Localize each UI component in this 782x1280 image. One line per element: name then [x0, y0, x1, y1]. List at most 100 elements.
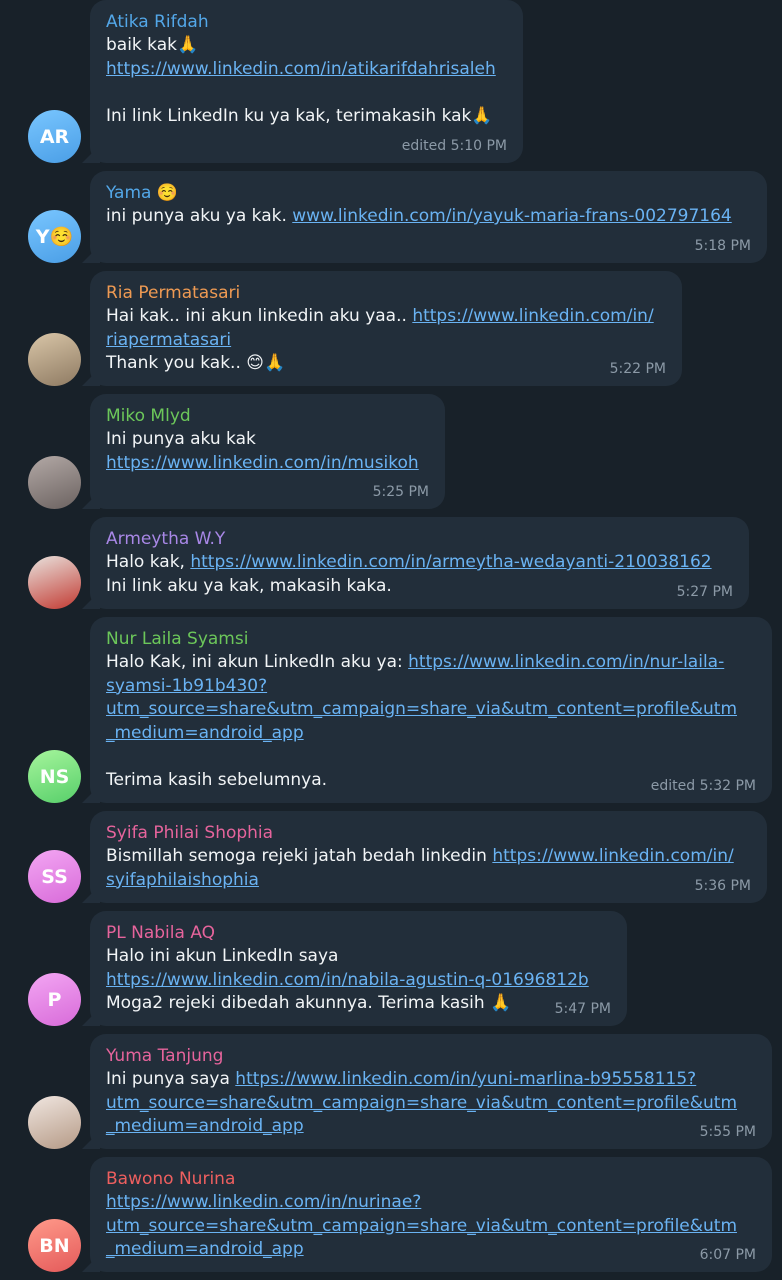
avatar[interactable]: P — [28, 973, 81, 1026]
message-text-line: Halo ini akun LinkedIn saya — [106, 945, 613, 969]
message-text: Ini link aku ya kak, makasih kaka. — [106, 575, 392, 596]
message-timestamp: 5:55 PM — [699, 1124, 756, 1140]
message-text-line: syifaphilaishophia — [106, 869, 753, 893]
message-link[interactable]: utm_source=share&utm_campaign=share_via&… — [106, 1093, 737, 1113]
message-text-line: https://www.linkedin.com/in/atikarifdahr… — [106, 58, 509, 82]
message-text-line: Ini punya saya https://www.linkedin.com/… — [106, 1068, 758, 1092]
message-link[interactable]: riapermatasari — [106, 330, 231, 350]
message-link[interactable]: _medium=android_app — [106, 1116, 304, 1136]
message-text-line: Moga2 rejeki dibedah akunnya. Terima kas… — [106, 992, 613, 1016]
message-text-line: _medium=android_app — [106, 1238, 758, 1262]
avatar[interactable] — [28, 333, 81, 386]
message-bubble[interactable]: Atika Rifdah baik kak🙏 https://www.linkedi… — [90, 0, 523, 163]
sender-name[interactable]: Syifa Philai Shophia — [106, 821, 753, 845]
message-text: Terima kasih sebelumnya. — [106, 769, 328, 790]
message-bubble[interactable]: Ria Permatasari Hai kak.. ini akun linked… — [90, 271, 682, 386]
message-bubble[interactable]: Bawono Nurina https://www.linkedin.com/in… — [90, 1157, 772, 1272]
message-link[interactable]: _medium=android_app — [106, 723, 304, 743]
message-text: ini punya aku ya kak. — [106, 206, 293, 226]
message-bubble[interactable]: Armeytha W.Y Halo kak, https://www.linked… — [90, 517, 749, 609]
message-link[interactable]: https://www.linkedin.com/in/ — [492, 846, 733, 866]
message-text-line: https://www.linkedin.com/in/nabila-agust… — [106, 969, 613, 993]
message-link[interactable]: https://www.linkedin.com/in/yuni-marlina… — [235, 1069, 696, 1089]
message-link[interactable]: syifaphilaishophia — [106, 870, 259, 890]
message-text: Halo ini akun LinkedIn saya — [106, 946, 339, 966]
message-text-line: riapermatasari — [106, 329, 668, 353]
sender-name[interactable]: Yuma Tanjung — [106, 1044, 758, 1068]
message-text-line: Halo Kak, ini akun LinkedIn aku ya: http… — [106, 651, 758, 675]
message-bubble[interactable]: Miko Mlyd Ini punya aku kak https://www.li… — [90, 394, 445, 509]
sender-name[interactable]: Armeytha W.Y — [106, 527, 735, 551]
message-link[interactable]: https://www.linkedin.com/in/nurinae? — [106, 1192, 421, 1212]
avatar[interactable]: AR — [28, 110, 81, 163]
message-timestamp: 5:27 PM — [676, 584, 733, 600]
message-link[interactable]: https://www.linkedin.com/in/nabila-agust… — [106, 970, 589, 990]
message-link[interactable]: www.linkedin.com/in/yayuk-maria-frans-00… — [292, 206, 731, 226]
avatar[interactable]: BN — [28, 1219, 81, 1272]
message-timestamp: 5:22 PM — [609, 361, 666, 377]
message-timestamp: 5:47 PM — [554, 1001, 611, 1017]
message-text-line: baik kak🙏 — [106, 34, 509, 58]
sender-name[interactable]: PL Nabila AQ — [106, 921, 613, 945]
message-text-line: Ini link LinkedIn ku ya kak, terimakasih… — [106, 105, 509, 129]
message-text-line: Ini link aku ya kak, makasih kaka. — [106, 575, 735, 599]
message-text-line: Thank you kak.. 😊🙏 — [106, 352, 668, 376]
message-text: Hai kak.. ini akun linkedin aku yaa.. — [106, 306, 413, 326]
message-text: Ini punya saya — [106, 1069, 236, 1089]
message-text-line: Ini punya aku kak — [106, 428, 431, 452]
message-text-line: Halo kak, https://www.linkedin.com/in/ar… — [106, 551, 735, 575]
message-text: Ini link LinkedIn ku ya kak, terimakasih… — [106, 105, 493, 126]
message-timestamp: 5:36 PM — [694, 878, 751, 894]
message-timestamp: 5:25 PM — [372, 484, 429, 500]
avatar[interactable] — [28, 456, 81, 509]
avatar[interactable] — [28, 556, 81, 609]
message-text: Bismillah semoga rejeki jatah bedah link… — [106, 846, 493, 866]
message-link[interactable]: syamsi-1b91b430? — [106, 676, 267, 696]
message-bubble[interactable]: Syifa Philai Shophia Bismillah semoga rej… — [90, 811, 767, 903]
message-timestamp: 6:07 PM — [699, 1247, 756, 1263]
message-text: Halo Kak, ini akun LinkedIn aku ya: — [106, 652, 409, 672]
message-text: Moga2 rejeki dibedah akunnya. Terima kas… — [106, 993, 512, 1013]
sender-name[interactable]: Yama ☺️ — [106, 181, 753, 205]
message-timestamp: 5:18 PM — [694, 238, 751, 254]
avatar[interactable] — [28, 1096, 81, 1149]
message-link[interactable]: _medium=android_app — [106, 1239, 304, 1259]
message-link[interactable]: https://www.linkedin.com/in/armeytha-wed… — [190, 552, 711, 572]
message-link[interactable]: utm_source=share&utm_campaign=share_via&… — [106, 699, 737, 719]
message-text-line: https://www.linkedin.com/in/musikoh — [106, 452, 431, 476]
message-text-line: utm_source=share&utm_campaign=share_via&… — [106, 1092, 758, 1116]
message-text: Thank you kak.. 😊🙏 — [106, 353, 286, 373]
message-text-line: utm_source=share&utm_campaign=share_via&… — [106, 1215, 758, 1239]
message-timestamp: edited 5:10 PM — [401, 138, 507, 154]
sender-name[interactable]: Bawono Nurina — [106, 1167, 758, 1191]
message-text-line: _medium=android_app — [106, 722, 758, 746]
chat-message-list[interactable]: AR Atika Rifdah baik kak🙏 https://www.linke… — [0, 0, 782, 1280]
message-text-line: ini punya aku ya kak. www.linkedin.com/i… — [106, 205, 753, 229]
message-text: Ini punya aku kak — [106, 429, 256, 449]
message-link[interactable]: https://www.linkedin.com/in/musikoh — [106, 453, 419, 473]
sender-name[interactable]: Ria Permatasari — [106, 281, 668, 305]
message-link[interactable]: utm_source=share&utm_campaign=share_via&… — [106, 1216, 737, 1236]
message-link[interactable]: https://www.linkedin.com/in/ — [412, 306, 653, 326]
message-text-line: Hai kak.. ini akun linkedin aku yaa.. ht… — [106, 305, 668, 329]
message-bubble[interactable]: Yama ☺️ ini punya aku ya kak. www.linkedi… — [90, 171, 767, 263]
avatar[interactable]: NS — [28, 750, 81, 803]
message-text: Halo kak, — [106, 552, 191, 572]
sender-name[interactable]: Atika Rifdah — [106, 10, 509, 34]
message-bubble[interactable]: Nur Laila Syamsi Halo Kak, ini akun Linke… — [90, 617, 772, 803]
avatar[interactable]: Y☺️ — [28, 210, 81, 263]
sender-name[interactable]: Nur Laila Syamsi — [106, 627, 758, 651]
message-text-line — [106, 745, 758, 769]
message-text-line: utm_source=share&utm_campaign=share_via&… — [106, 698, 758, 722]
message-bubble[interactable]: PL Nabila AQ Halo ini akun LinkedIn saya h… — [90, 911, 627, 1026]
message-text-line: https://www.linkedin.com/in/nurinae? — [106, 1191, 758, 1215]
message-bubble[interactable]: Yuma Tanjung Ini punya saya https://www.l… — [90, 1034, 772, 1149]
message-timestamp: edited 5:32 PM — [650, 778, 756, 794]
message-link[interactable]: https://www.linkedin.com/in/nur-laila- — [408, 652, 724, 672]
message-text-line: _medium=android_app — [106, 1115, 758, 1139]
avatar[interactable]: SS — [28, 850, 81, 903]
sender-name[interactable]: Miko Mlyd — [106, 404, 431, 428]
message-link[interactable]: https://www.linkedin.com/in/atikarifdahr… — [106, 59, 496, 79]
message-text-line — [106, 81, 509, 105]
message-text: baik kak🙏 — [106, 35, 199, 55]
